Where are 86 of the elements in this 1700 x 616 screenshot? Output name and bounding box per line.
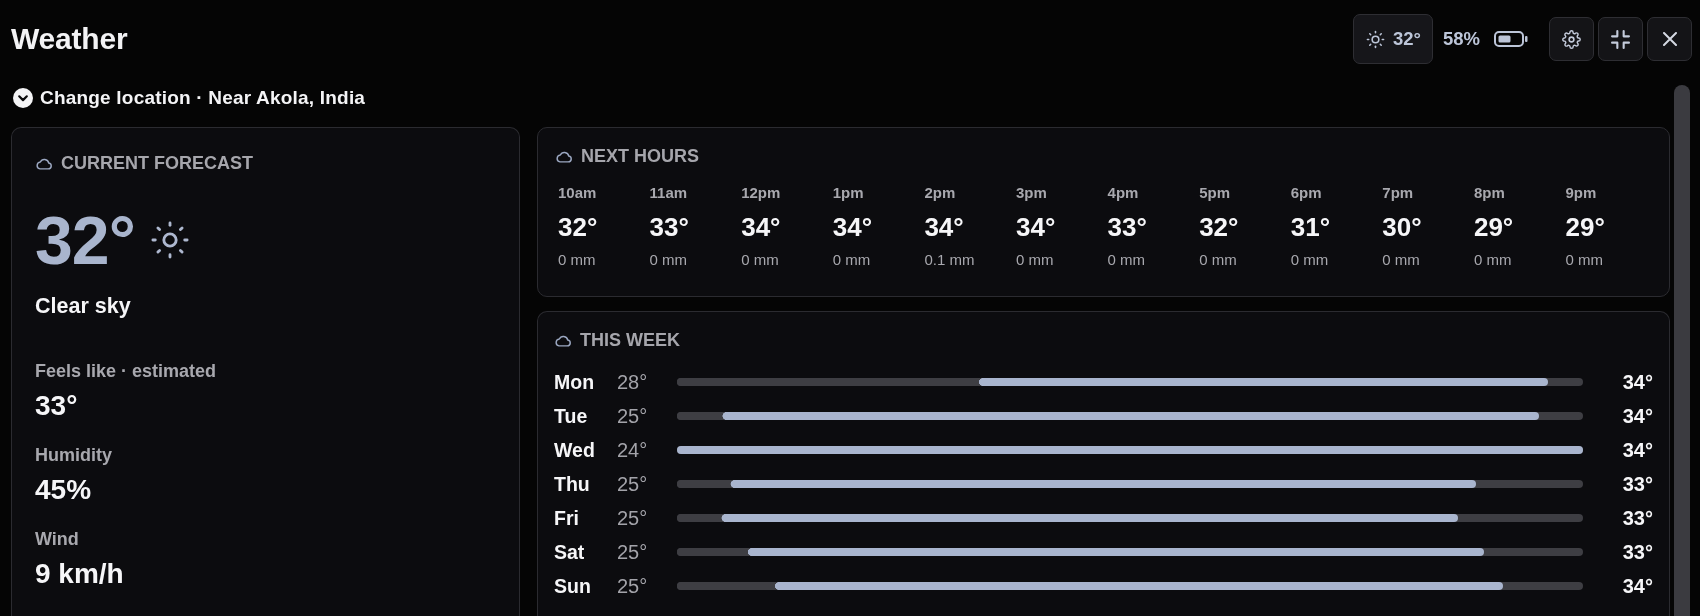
hour-precipitation: 0 mm: [558, 251, 596, 269]
location-toggle[interactable]: Change location · Near Akola, India: [11, 87, 366, 109]
hour-precipitation: 0 mm: [1290, 251, 1329, 269]
high-temperature: 34°: [1622, 370, 1653, 394]
hour-time: 8pm: [1473, 184, 1505, 202]
shrink-icon: [1611, 29, 1630, 49]
cloud-icon: [35, 156, 53, 170]
hour-precipitation: 0.1 mm: [924, 251, 975, 269]
day-name: Thu: [554, 472, 590, 496]
settings-icon: [1562, 29, 1581, 49]
day-name: Mon: [554, 370, 595, 394]
hour-temperature: 34°: [1015, 212, 1056, 242]
sun-icon: [1366, 29, 1385, 49]
hour-temperature: 33°: [1107, 212, 1147, 242]
detail-value: 33°: [35, 390, 78, 422]
day-name: Fri: [554, 506, 579, 530]
detail-value: 9 km/h: [35, 558, 124, 590]
sun-icon: [150, 221, 189, 259]
day-name: Wed: [554, 438, 595, 462]
detail-label: Feels like · estimated: [35, 360, 217, 382]
hour-time: 4pm: [1107, 184, 1139, 202]
detail-label: Wind: [35, 528, 79, 550]
hour-temperature: 32°: [558, 212, 598, 242]
battery-icon: [1494, 31, 1528, 47]
hour-precipitation: 0 mm: [1199, 251, 1237, 269]
hour-temperature: 30°: [1382, 212, 1422, 242]
detail-label: Humidity: [35, 444, 112, 466]
hour-precipitation: 0 mm: [649, 251, 688, 269]
hour-precipitation: 0 mm: [1565, 251, 1604, 269]
hour-temperature: 34°: [741, 212, 781, 242]
hour-precipitation: 0 mm: [832, 251, 871, 269]
hour-precipitation: 0 mm: [1473, 251, 1512, 269]
day-name: Sun: [554, 574, 591, 598]
hour-time: 9pm: [1565, 184, 1597, 202]
cloud-icon: [554, 333, 572, 347]
hour-temperature: 29°: [1473, 212, 1514, 242]
low-temperature: 25°: [617, 404, 648, 428]
hour-time: 2pm: [924, 184, 956, 202]
chevron-down-icon: [13, 88, 33, 108]
minimize-button[interactable]: [1598, 17, 1643, 61]
low-temperature: 25°: [617, 506, 648, 530]
hour-precipitation: 0 mm: [741, 251, 779, 269]
high-temperature: 33°: [1622, 506, 1653, 530]
hour-temperature: 34°: [832, 212, 873, 242]
cloud-icon: [555, 149, 573, 163]
high-temperature: 33°: [1622, 472, 1653, 496]
high-temperature: 34°: [1622, 438, 1653, 462]
day-name: Tue: [554, 404, 588, 428]
low-temperature: 25°: [617, 574, 648, 598]
window-title: Weather: [11, 21, 128, 57]
hour-time: 6pm: [1290, 184, 1322, 202]
section-title: NEXT HOURS: [581, 146, 699, 166]
hour-precipitation: 0 mm: [1107, 251, 1146, 269]
hour-temperature: 34°: [924, 212, 964, 242]
section-title: THIS WEEK: [580, 330, 680, 350]
close-button[interactable]: [1647, 17, 1692, 61]
weather-button[interactable]: 32°: [1353, 14, 1433, 64]
hour-time: 11am: [649, 184, 688, 202]
hour-time: 1pm: [832, 184, 864, 202]
hour-precipitation: 0 mm: [1382, 251, 1420, 269]
hour-time: 10am: [558, 184, 597, 202]
hour-time: 5pm: [1199, 184, 1230, 202]
battery-percentage: 58%: [1442, 28, 1480, 50]
hour-temperature: 32°: [1199, 212, 1239, 242]
day-name: Sat: [554, 540, 585, 564]
low-temperature: 28°: [617, 370, 648, 394]
scrollbar-thumb[interactable]: [1674, 85, 1690, 616]
condition-text: Clear sky: [35, 294, 131, 318]
low-temperature: 25°: [617, 540, 648, 564]
hour-temperature: 31°: [1290, 212, 1331, 242]
low-temperature: 25°: [617, 472, 648, 496]
close-icon: [1662, 32, 1677, 46]
high-temperature: 33°: [1622, 540, 1653, 564]
high-temperature: 34°: [1622, 404, 1653, 428]
low-temperature: 24°: [617, 438, 648, 462]
hour-precipitation: 0 mm: [1015, 251, 1054, 269]
hour-time: 7pm: [1382, 184, 1414, 202]
detail-value: 45%: [35, 474, 92, 506]
settings-button[interactable]: [1549, 17, 1594, 61]
hour-temperature: 33°: [649, 212, 689, 242]
current-temperature: 32°: [35, 207, 135, 273]
section-title: CURRENT FORECAST: [61, 153, 253, 173]
hour-time: 3pm: [1015, 184, 1047, 202]
high-temperature: 34°: [1622, 574, 1653, 598]
hour-time: 12pm: [741, 184, 781, 202]
hour-temperature: 29°: [1565, 212, 1605, 242]
